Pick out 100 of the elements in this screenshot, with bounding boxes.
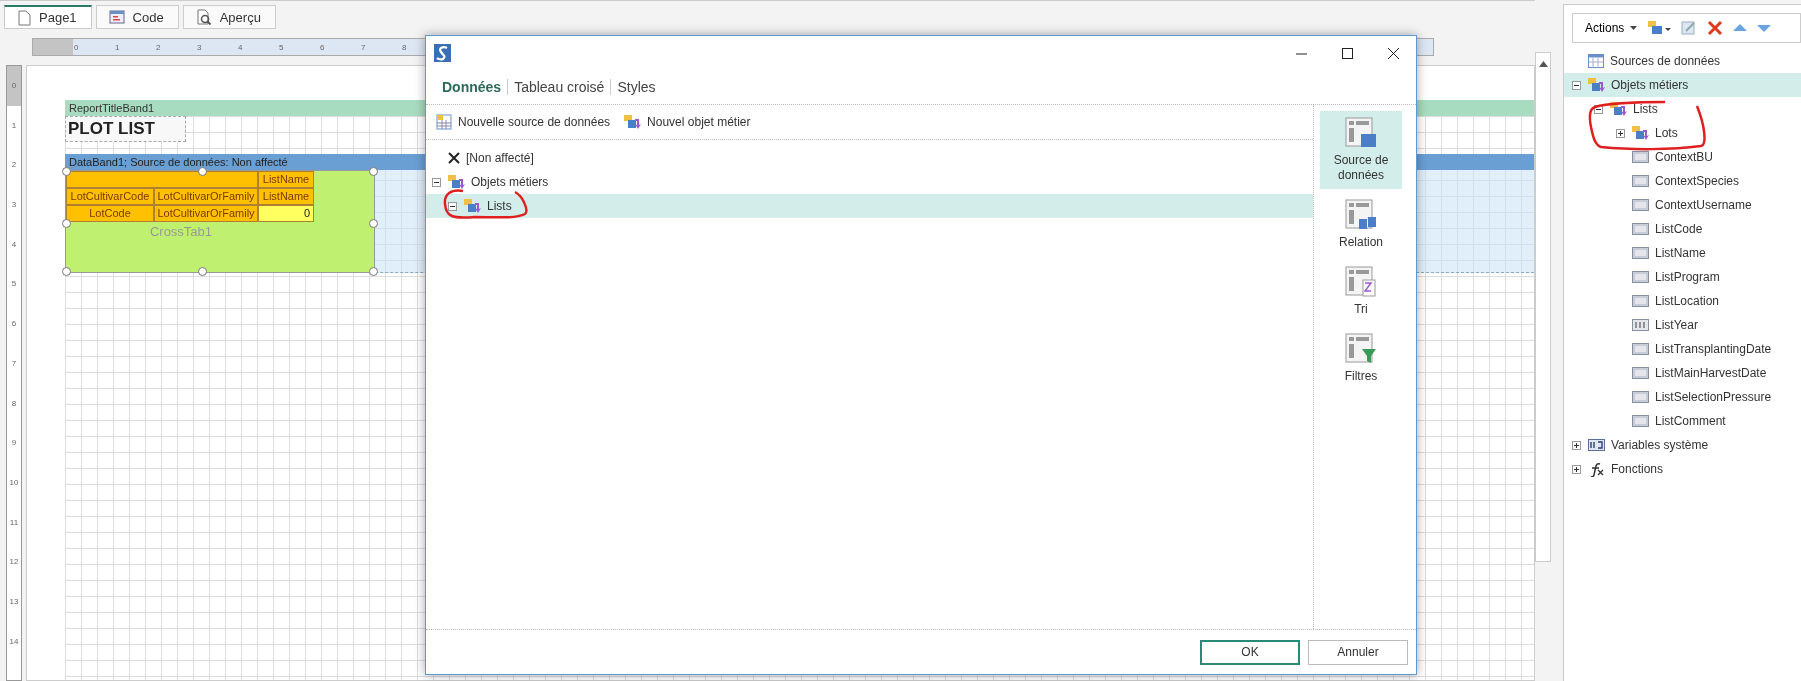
ruler-number: 5	[278, 42, 285, 52]
maximize-icon[interactable]	[1341, 47, 1353, 59]
ruler-number: 10	[9, 476, 19, 489]
crosstab-cell[interactable]: LotCultivarCode	[66, 188, 154, 205]
side-button[interactable]: Tri	[1320, 260, 1402, 323]
collapse-icon[interactable]	[1572, 80, 1581, 90]
resize-handle[interactable]	[369, 267, 378, 276]
delete-icon[interactable]	[1707, 20, 1724, 36]
text-field-icon	[1632, 223, 1649, 235]
text-field-icon	[1632, 343, 1649, 355]
text-field-icon	[1632, 151, 1649, 163]
down-arrow-icon[interactable]	[1757, 23, 1772, 33]
text-field-icon	[1632, 247, 1649, 259]
tree-item[interactable]: ListProgram	[1564, 265, 1801, 289]
crosstab-cell[interactable]: ListName	[258, 171, 314, 188]
expand-icon[interactable]	[1616, 128, 1625, 138]
tree-item[interactable]: Objets métiers	[1564, 73, 1801, 97]
text-field-icon	[1632, 175, 1649, 187]
resize-handle[interactable]	[198, 267, 207, 276]
collapse-icon[interactable]	[432, 177, 441, 187]
collapse-icon[interactable]	[1594, 104, 1603, 114]
ruler-number: 1	[114, 42, 121, 52]
resize-handle[interactable]	[369, 219, 378, 228]
tree-item[interactable]: ListYear	[1564, 313, 1801, 337]
tree-item[interactable]: Lots	[1564, 121, 1801, 145]
resize-handle[interactable]	[369, 167, 378, 176]
crosstab-name: CrossTab1	[148, 224, 214, 239]
dialog-tab[interactable]: Données	[436, 79, 508, 95]
report-title[interactable]: PLOT LIST	[65, 116, 186, 142]
tree-item[interactable]: Lists	[1564, 97, 1801, 121]
cancel-button[interactable]: Annuler	[1308, 639, 1408, 665]
resize-handle[interactable]	[62, 167, 71, 176]
crosstab-cell[interactable]: ListName	[258, 188, 314, 205]
ruler-number: 0	[73, 42, 80, 52]
tree-item[interactable]: ListMainHarvestDate	[1564, 361, 1801, 385]
resize-handle[interactable]	[62, 267, 71, 276]
tree-item[interactable]: ContextBU	[1564, 145, 1801, 169]
tree-item[interactable]: Variables système	[1564, 433, 1801, 457]
tree-item[interactable]: ContextUsername	[1564, 193, 1801, 217]
tree-item[interactable]: Objets métiers	[426, 170, 1313, 194]
business-object-icon	[448, 174, 465, 190]
ruler-number: 11	[9, 516, 19, 529]
table-sort-icon	[1345, 266, 1377, 298]
dialog-tab[interactable]: Styles	[611, 79, 662, 95]
close-icon[interactable]	[1387, 47, 1399, 59]
ruler-margin-shade	[7, 66, 21, 106]
toolbar-button[interactable]: Nouvelle source de données	[436, 114, 611, 130]
tree-item[interactable]: ListCode	[1564, 217, 1801, 241]
magnifier-page-icon	[195, 9, 212, 25]
crosstab-cell[interactable]: 0	[258, 205, 314, 222]
crosstab-cell[interactable]	[154, 171, 258, 188]
tree-item[interactable]: ListName	[1564, 241, 1801, 265]
expand-icon[interactable]	[1572, 440, 1581, 450]
table-icon	[436, 114, 452, 130]
tree-item[interactable]: ListTransplantingDate	[1564, 337, 1801, 361]
side-button[interactable]: Filtres	[1320, 327, 1402, 390]
side-button[interactable]: Relation	[1320, 193, 1402, 256]
tree-item[interactable]: ListComment	[1564, 409, 1801, 433]
scrollbar[interactable]	[1535, 52, 1551, 562]
designer-tab[interactable]: Aperçu	[182, 5, 276, 29]
tree-item[interactable]: Fonctions	[1564, 457, 1801, 481]
ruler-number: 3	[11, 199, 17, 212]
side-button[interactable]: Source de données	[1320, 111, 1402, 189]
ruler-number: 1	[11, 119, 17, 132]
business-object-icon	[1610, 101, 1627, 117]
actions-menu-button[interactable]: Actions	[1585, 21, 1638, 35]
designer-tab[interactable]: Page1	[4, 5, 92, 29]
expand-icon[interactable]	[1572, 464, 1581, 474]
tree-item[interactable]: ListLocation	[1564, 289, 1801, 313]
crosstab-cell[interactable]: LotCode	[66, 205, 154, 222]
up-arrow-icon[interactable]	[1538, 61, 1548, 67]
text-field-icon	[1632, 295, 1649, 307]
caret-icon	[1630, 26, 1638, 30]
edit-icon[interactable]	[1681, 20, 1698, 36]
resize-handle[interactable]	[62, 219, 71, 228]
tree-item[interactable]: ContextSpecies	[1564, 169, 1801, 193]
crosstab-cell[interactable]	[66, 171, 154, 188]
ruler-number: 14	[9, 635, 19, 648]
text-field-icon	[1632, 199, 1649, 211]
business-object-icon[interactable]	[1647, 20, 1672, 36]
tree-item[interactable]: Lists	[426, 194, 1313, 218]
crosstab-cell[interactable]: LotCultivarOrFamily	[154, 205, 258, 222]
resize-handle[interactable]	[198, 167, 207, 176]
business-object-icon	[1588, 77, 1605, 93]
tree-item[interactable]: Sources de données	[1564, 49, 1801, 73]
ruler-number: 0	[11, 80, 17, 92]
ok-button[interactable]: OK	[1200, 639, 1300, 665]
table-arrow-icon	[1345, 199, 1377, 231]
toolbar-button[interactable]: Nouvel objet métier	[624, 114, 751, 130]
table-arrow-icon	[1345, 117, 1377, 149]
crosstab[interactable]: ListName LotCultivarCode LotCultivarOrFamily ListName LotCode LotCultivarOrFamily 0 CrossTab1	[65, 170, 375, 273]
crosstab-cell[interactable]: LotCultivarOrFamily	[154, 188, 258, 205]
business-object-icon	[1632, 125, 1649, 141]
dialog-tab[interactable]: Tableau croisé	[508, 79, 611, 95]
tree-item[interactable]: ListSelectionPressure	[1564, 385, 1801, 409]
text-field-icon	[1632, 271, 1649, 283]
collapse-icon[interactable]	[448, 201, 457, 211]
designer-tab[interactable]: Code	[95, 5, 179, 29]
table-icon	[1588, 54, 1604, 68]
ruler-number: 2	[11, 159, 17, 172]
